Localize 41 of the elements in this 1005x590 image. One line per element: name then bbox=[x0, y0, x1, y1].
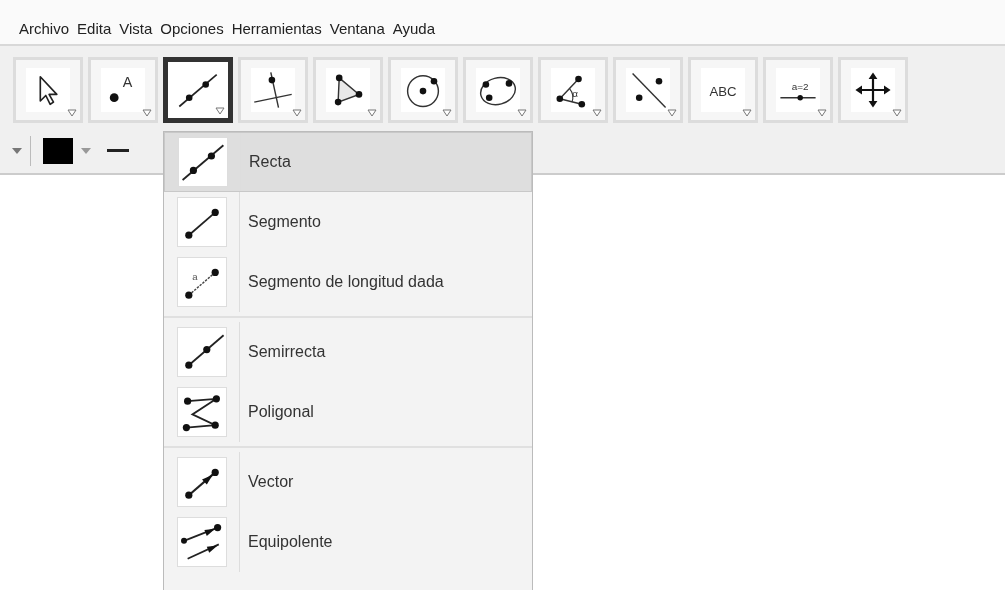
dropdown-triangle-icon bbox=[367, 109, 377, 117]
tool-button[interactable]: ABC bbox=[688, 57, 758, 123]
dropdown-triangle-icon bbox=[517, 109, 527, 117]
slider-icon: a=2 bbox=[776, 68, 820, 112]
menu-item[interactable]: Opciones bbox=[159, 18, 225, 39]
menu-item[interactable]: Ventana bbox=[328, 18, 386, 39]
caret-icon[interactable] bbox=[12, 147, 22, 154]
vector-icon bbox=[176, 517, 227, 567]
dropdown-triangle-icon bbox=[67, 109, 77, 117]
move-icon bbox=[851, 68, 895, 112]
tool-button[interactable]: A bbox=[88, 57, 158, 123]
dropdown-triangle-icon bbox=[215, 107, 225, 115]
dropdown-triangle-icon bbox=[817, 109, 827, 117]
menu-item[interactable]: Vista bbox=[118, 18, 154, 39]
tool-button[interactable] bbox=[163, 57, 233, 123]
tool-button[interactable]: α bbox=[538, 57, 608, 123]
angle-icon: α bbox=[551, 68, 595, 112]
pointer-icon bbox=[26, 68, 70, 112]
dropdown-triangle-icon bbox=[892, 109, 902, 117]
ray-icon bbox=[176, 327, 227, 377]
perpendicular-lines-icon bbox=[251, 68, 295, 112]
menu-item[interactable]: Herramientas bbox=[230, 18, 323, 39]
polyline-icon bbox=[176, 387, 227, 437]
dropdown-triangle-icon bbox=[667, 109, 677, 117]
vector-icon bbox=[176, 457, 227, 507]
dropdown-triangle-icon bbox=[292, 109, 302, 117]
dropdown-item[interactable]: Recta bbox=[164, 132, 532, 192]
color-swatch[interactable] bbox=[43, 137, 73, 164]
dropdown-triangle-icon bbox=[742, 109, 752, 117]
dropdown-triangle-icon bbox=[142, 109, 152, 117]
line-points-icon bbox=[626, 68, 670, 112]
dropdown-triangle-icon bbox=[592, 109, 602, 117]
menu-item[interactable]: Edita bbox=[76, 18, 113, 39]
dropdown-triangle-icon bbox=[442, 109, 452, 117]
text-icon: ABC bbox=[701, 68, 745, 112]
tool-button[interactable]: a=2 bbox=[763, 57, 833, 123]
menu-item[interactable]: Archivo bbox=[18, 18, 71, 39]
segment-icon: a bbox=[176, 257, 227, 307]
point-icon: A bbox=[101, 68, 145, 112]
segment-icon bbox=[176, 197, 227, 247]
menu-item[interactable]: Ayuda bbox=[391, 18, 437, 39]
